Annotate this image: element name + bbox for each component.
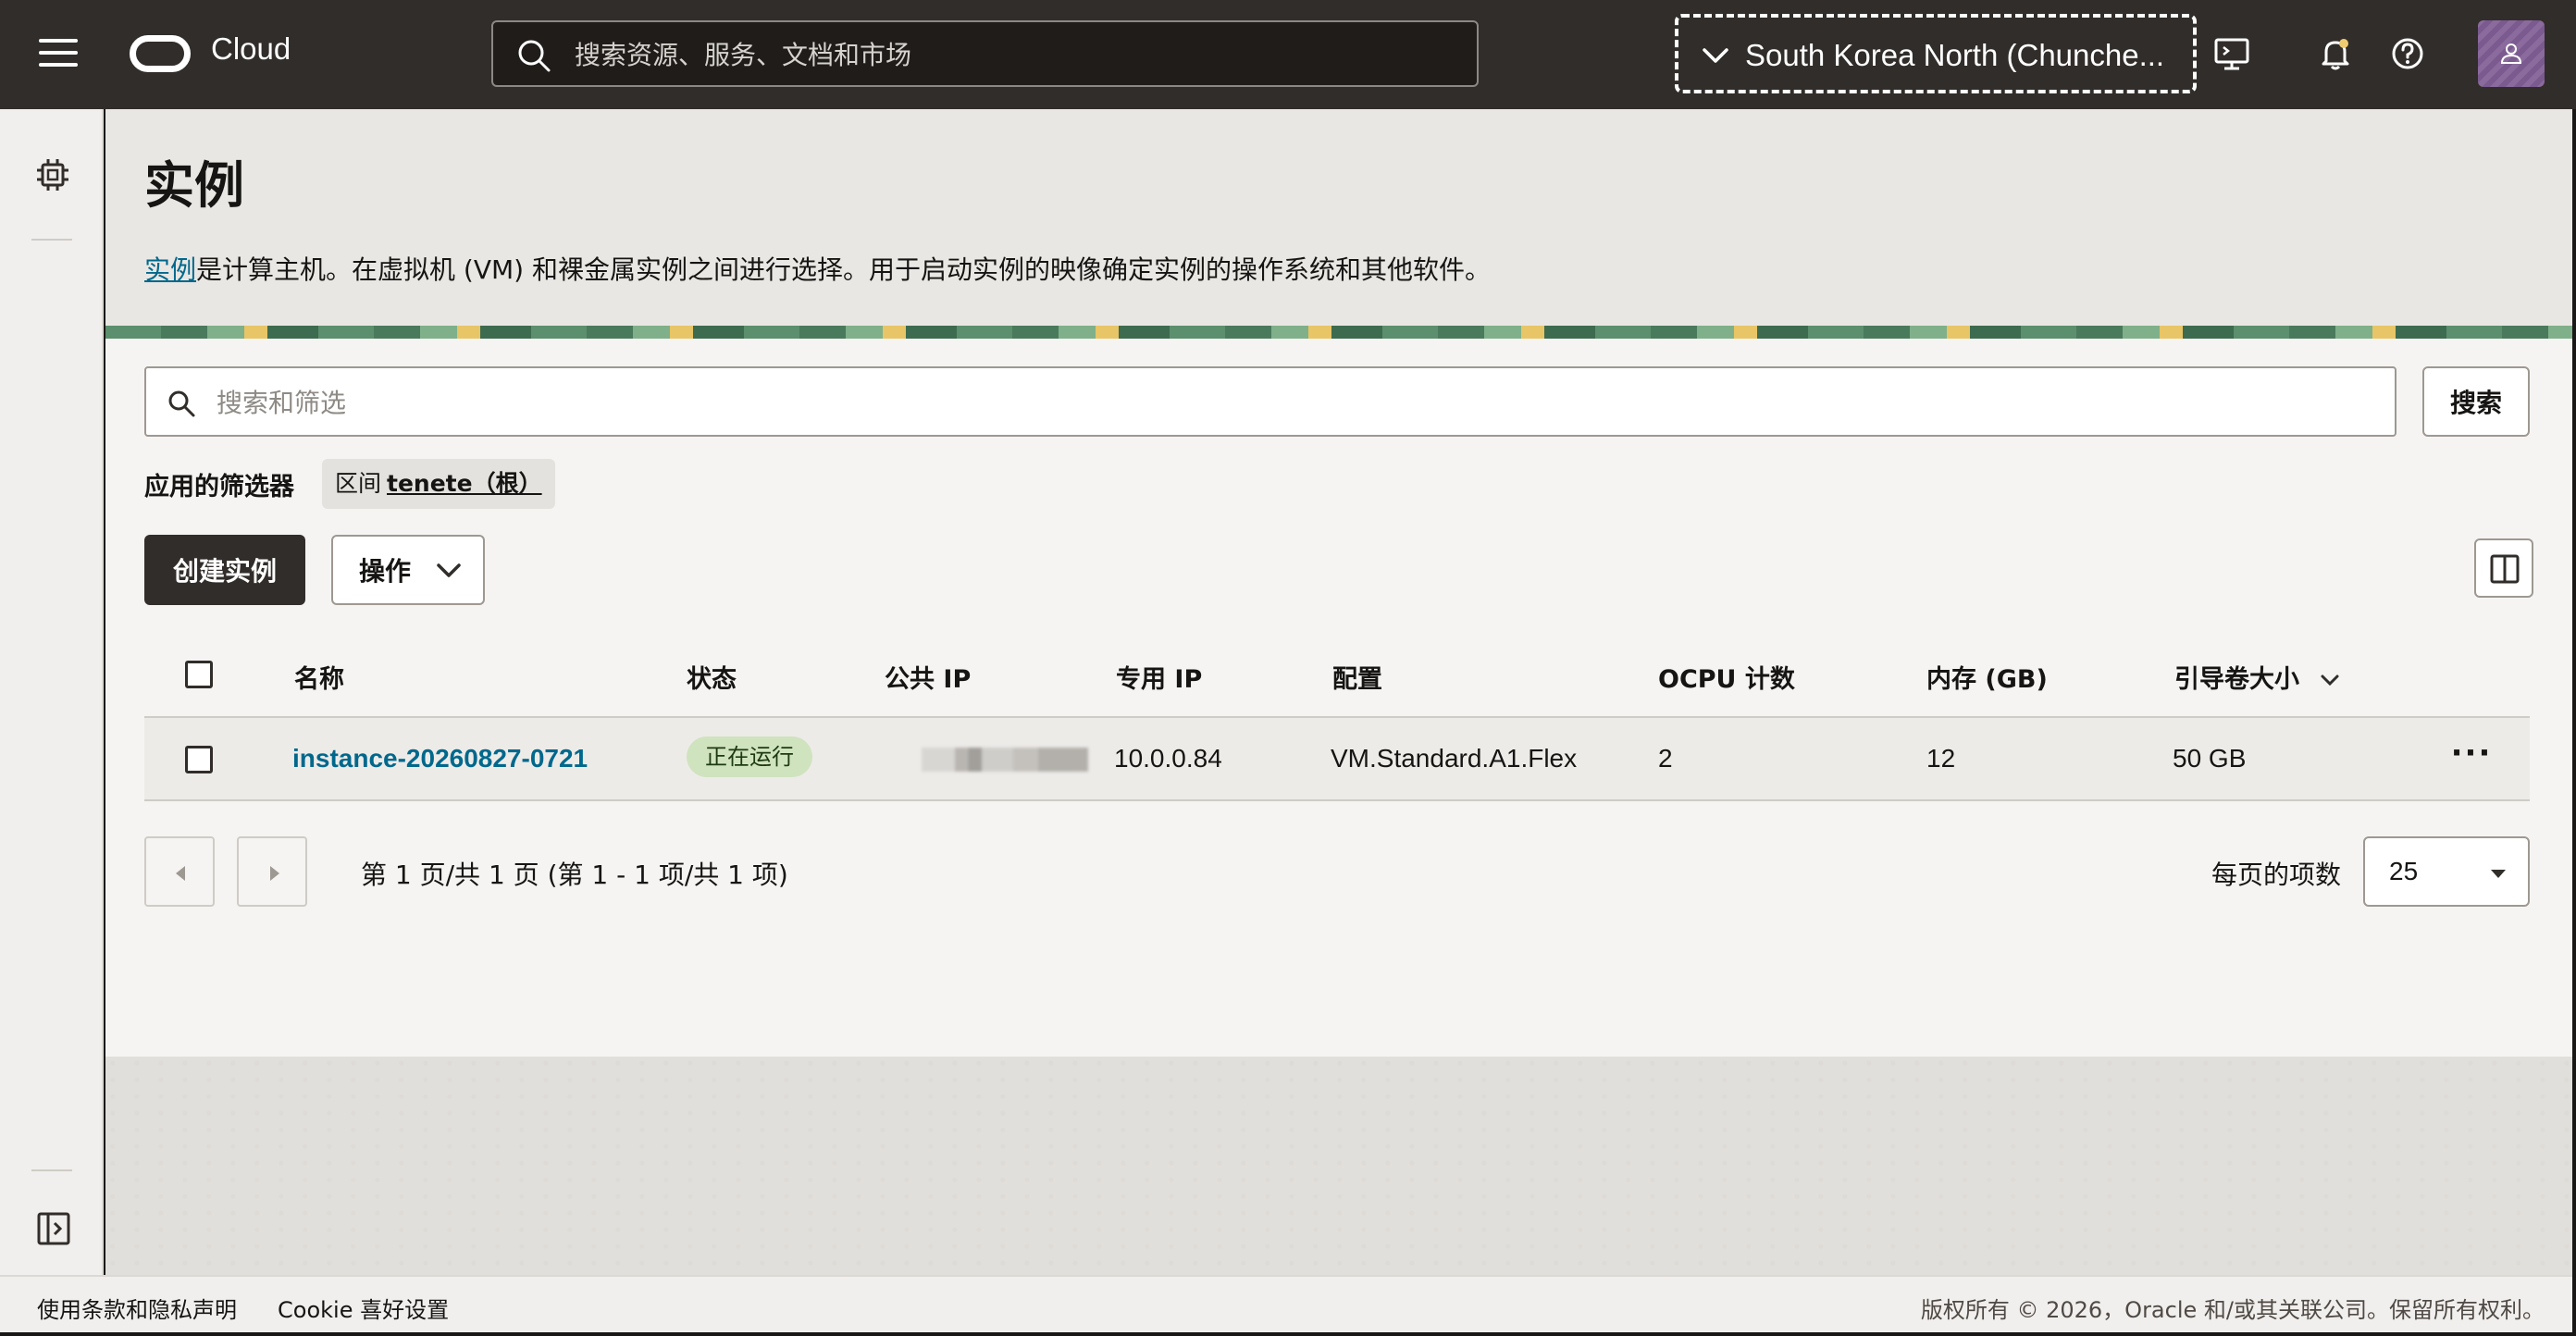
notifications-bell-icon[interactable]: [2313, 31, 2358, 76]
columns-icon: [2490, 554, 2520, 584]
background-pattern: [105, 1057, 2572, 1275]
compartment-filter-chip[interactable]: 区间 tenete（根）: [322, 459, 555, 509]
chevron-left-icon: [176, 866, 185, 881]
user-icon: [2500, 43, 2522, 64]
page-description-text: 是计算主机。在虚拟机 (VM) 和裸金属实例之间进行选择。用于启动实例的映像确定…: [196, 254, 1491, 285]
global-search-input[interactable]: [575, 33, 1444, 76]
pagination-summary: 第 1 页/共 1 页 (第 1 - 1 项/共 1 项): [361, 860, 788, 890]
oracle-logo-icon[interactable]: [130, 35, 191, 72]
private-ip-value: 10.0.0.84: [1114, 744, 1222, 773]
filter-chip-key: 区间: [335, 470, 382, 497]
chevron-down-icon: [437, 563, 461, 577]
user-avatar[interactable]: [2478, 20, 2545, 87]
column-header-ocpu[interactable]: OCPU 计数: [1658, 659, 1795, 695]
column-header-boot-volume-label: 引导卷大小: [2174, 665, 2299, 694]
search-icon: [518, 40, 551, 72]
brand-name[interactable]: Cloud: [211, 31, 291, 67]
copyright-text: 版权所有 © 2026，Oracle 和/或其关联公司。保留所有权利。: [1920, 1297, 2545, 1323]
instances-doc-link[interactable]: 实例: [144, 254, 196, 285]
applied-filters-label: 应用的筛选器: [144, 473, 294, 501]
terms-privacy-link[interactable]: 使用条款和隐私声明: [37, 1292, 237, 1324]
memory-value: 12: [1926, 744, 1956, 773]
items-per-page-value: 25: [2389, 857, 2419, 885]
table-header: 名称 状态 公共 IP 专用 IP 配置 OCPU 计数 内存 (GB) 引导卷…: [144, 633, 2530, 718]
menu-icon[interactable]: [39, 39, 78, 70]
actions-menu-button[interactable]: 操作: [331, 535, 485, 605]
page-header: 实例 实例是计算主机。在虚拟机 (VM) 和裸金属实例之间进行选择。用于启动实例…: [105, 109, 2572, 326]
public-ip-redacted: [922, 748, 1088, 772]
footer: 使用条款和隐私声明 Cookie 喜好设置 版权所有 © 2026，Oracle…: [0, 1275, 2572, 1332]
instance-name-link[interactable]: instance-20260827-0721: [292, 744, 588, 773]
decorative-banner: [105, 326, 2572, 339]
items-per-page-label: 每页的项数: [2211, 860, 2342, 890]
column-header-boot-volume[interactable]: 引导卷大小: [2174, 659, 2341, 695]
status-badge: 正在运行: [687, 736, 812, 777]
rail-divider: [31, 239, 72, 241]
table-row[interactable]: instance-20260827-0721 正在运行 10.0.0.84 VM…: [144, 718, 2530, 801]
page-title: 实例: [144, 156, 244, 215]
rail-divider: [31, 1169, 72, 1171]
items-per-page-select[interactable]: 25: [2363, 836, 2530, 907]
select-all-checkbox[interactable]: [185, 661, 213, 688]
column-settings-button[interactable]: [2474, 538, 2533, 598]
actions-label: 操作: [359, 556, 412, 587]
region-label: South Korea North (Chunche...: [1745, 38, 2165, 72]
row-select-checkbox[interactable]: [185, 746, 213, 773]
left-rail: [0, 109, 104, 1275]
chevron-right-icon: [270, 866, 279, 881]
global-search[interactable]: [491, 20, 1479, 87]
filter-search-input[interactable]: [217, 381, 2345, 424]
chevron-down-icon: [1703, 48, 1728, 63]
column-header-name[interactable]: 名称: [294, 659, 344, 695]
create-instance-button[interactable]: 创建实例: [144, 535, 305, 605]
search-icon: [168, 390, 195, 417]
boot-volume-value: 50 GB: [2173, 744, 2247, 773]
cookie-preferences-link[interactable]: Cookie 喜好设置: [278, 1292, 449, 1324]
search-button[interactable]: 搜索: [2422, 366, 2530, 437]
page-description: 实例是计算主机。在虚拟机 (VM) 和裸金属实例之间进行选择。用于启动实例的映像…: [144, 250, 1491, 287]
cloud-shell-icon[interactable]: [2210, 31, 2254, 76]
expand-panel-icon[interactable]: [35, 1210, 72, 1247]
filter-search[interactable]: [144, 366, 2396, 437]
row-actions-menu-icon[interactable]: ···: [2448, 737, 2495, 775]
main-content: 实例 实例是计算主机。在虚拟机 (VM) 和裸金属实例之间进行选择。用于启动实例…: [105, 109, 2572, 1275]
column-header-memory[interactable]: 内存 (GB): [1926, 659, 2048, 695]
column-header-private-ip[interactable]: 专用 IP: [1116, 659, 1202, 695]
shape-value: VM.Standard.A1.Flex: [1331, 744, 1578, 773]
column-header-shape[interactable]: 配置: [1332, 659, 1382, 695]
ocpu-value: 2: [1658, 744, 1673, 773]
top-navigation-bar: Cloud South Korea North (Chunche...: [0, 0, 2576, 109]
instances-panel: 搜索 应用的筛选器 区间tenete（根） 创建实例 操作 名称 状态 公共 I…: [105, 339, 2572, 1057]
caret-down-icon: [2491, 870, 2506, 878]
column-header-status[interactable]: 状态: [687, 659, 737, 695]
compute-chip-icon[interactable]: [33, 155, 72, 194]
sort-descending-icon[interactable]: [2319, 673, 2341, 689]
next-page-button[interactable]: [237, 836, 307, 907]
help-icon[interactable]: [2385, 31, 2430, 76]
column-header-public-ip[interactable]: 公共 IP: [885, 659, 971, 695]
previous-page-button[interactable]: [144, 836, 215, 907]
filter-chip-value[interactable]: tenete（根）: [387, 470, 542, 497]
region-selector[interactable]: South Korea North (Chunche...: [1675, 14, 2197, 93]
